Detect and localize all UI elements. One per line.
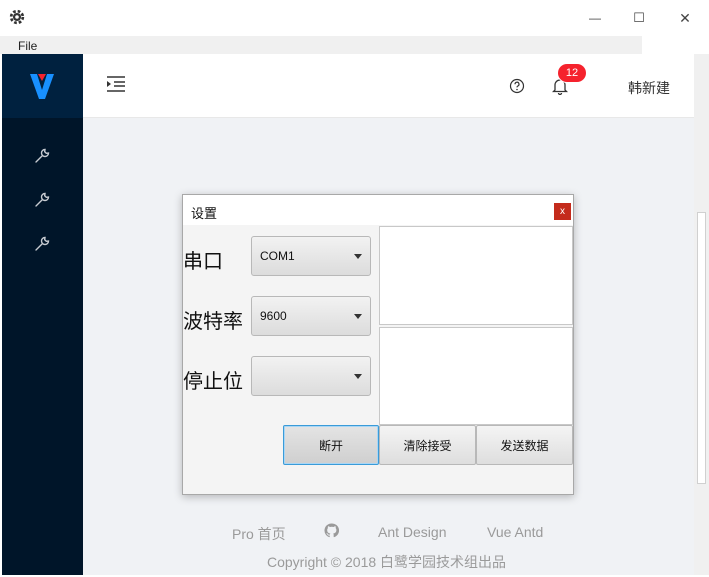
sidebar-item-tool-2[interactable] bbox=[32, 190, 52, 210]
minimize-icon: — bbox=[589, 11, 601, 25]
serial-port-value: COM1 bbox=[260, 249, 295, 263]
maximize-icon: ☐ bbox=[633, 10, 645, 25]
sidebar-item-tool-3[interactable] bbox=[32, 234, 52, 254]
send-data-button[interactable]: 发送数据 bbox=[476, 425, 573, 465]
chevron-down-icon bbox=[354, 254, 362, 259]
dialog-titlebar[interactable]: 设置 x bbox=[183, 195, 573, 225]
disconnect-button[interactable]: 断开 bbox=[283, 425, 379, 465]
close-window-button[interactable]: ✕ bbox=[665, 6, 705, 30]
baud-rate-select[interactable]: 9600 bbox=[251, 296, 371, 336]
wrench-icon bbox=[35, 236, 50, 251]
chevron-down-icon bbox=[354, 374, 362, 379]
maximize-button[interactable]: ☐ bbox=[619, 6, 659, 30]
logo-icon[interactable] bbox=[28, 70, 56, 102]
footer-link-vue-antd[interactable]: Vue Antd bbox=[487, 524, 543, 540]
footer-link-ant-design[interactable]: Ant Design bbox=[378, 524, 446, 540]
wrench-icon bbox=[35, 148, 50, 163]
baud-rate-label: 波特率 bbox=[183, 311, 243, 333]
stop-bits-label: 停止位 bbox=[183, 371, 243, 393]
dialog-close-button[interactable]: x bbox=[554, 203, 571, 220]
settings-dialog: 设置 x 串口 COM1 波特率 9600 停止位 断开 清除接受 发送数据 bbox=[182, 194, 574, 495]
gear-icon[interactable] bbox=[8, 8, 26, 26]
footer-links: Pro 首页 Ant Design Vue Antd bbox=[83, 522, 694, 542]
send-textarea[interactable] bbox=[379, 327, 573, 425]
menu-bar-background bbox=[0, 36, 642, 54]
menu-fold-icon bbox=[107, 76, 125, 92]
sidebar-item-tool-1[interactable] bbox=[32, 146, 52, 166]
close-icon: ✕ bbox=[679, 9, 691, 26]
logo-area bbox=[2, 54, 83, 118]
menu-file[interactable]: File bbox=[18, 39, 37, 53]
top-header bbox=[83, 54, 694, 118]
footer-link-pro-home[interactable]: Pro 首页 bbox=[232, 524, 286, 544]
sidebar bbox=[2, 54, 83, 575]
window-titlebar: — ☐ ✕ bbox=[0, 0, 709, 36]
notification-badge: 12 bbox=[558, 64, 586, 82]
baud-rate-value: 9600 bbox=[260, 309, 287, 323]
menu-fold-button[interactable] bbox=[106, 75, 126, 93]
serial-port-select[interactable]: COM1 bbox=[251, 236, 371, 276]
question-circle-icon bbox=[509, 78, 525, 94]
serial-port-label: 串口 bbox=[183, 251, 223, 273]
chevron-down-icon bbox=[354, 314, 362, 319]
scrollbar-thumb[interactable] bbox=[697, 212, 706, 484]
github-icon[interactable] bbox=[324, 523, 340, 541]
receive-textarea[interactable] bbox=[379, 226, 573, 325]
username[interactable]: 韩新建 bbox=[628, 78, 670, 98]
minimize-button[interactable]: — bbox=[575, 6, 615, 30]
stop-bits-select[interactable] bbox=[251, 356, 371, 396]
wrench-icon bbox=[35, 192, 50, 207]
copyright-text: Copyright © 2018 白鹭学园技术组出品 bbox=[267, 554, 507, 570]
clear-received-button[interactable]: 清除接受 bbox=[379, 425, 476, 465]
help-button[interactable] bbox=[508, 77, 526, 95]
dialog-title: 设置 bbox=[191, 206, 218, 221]
